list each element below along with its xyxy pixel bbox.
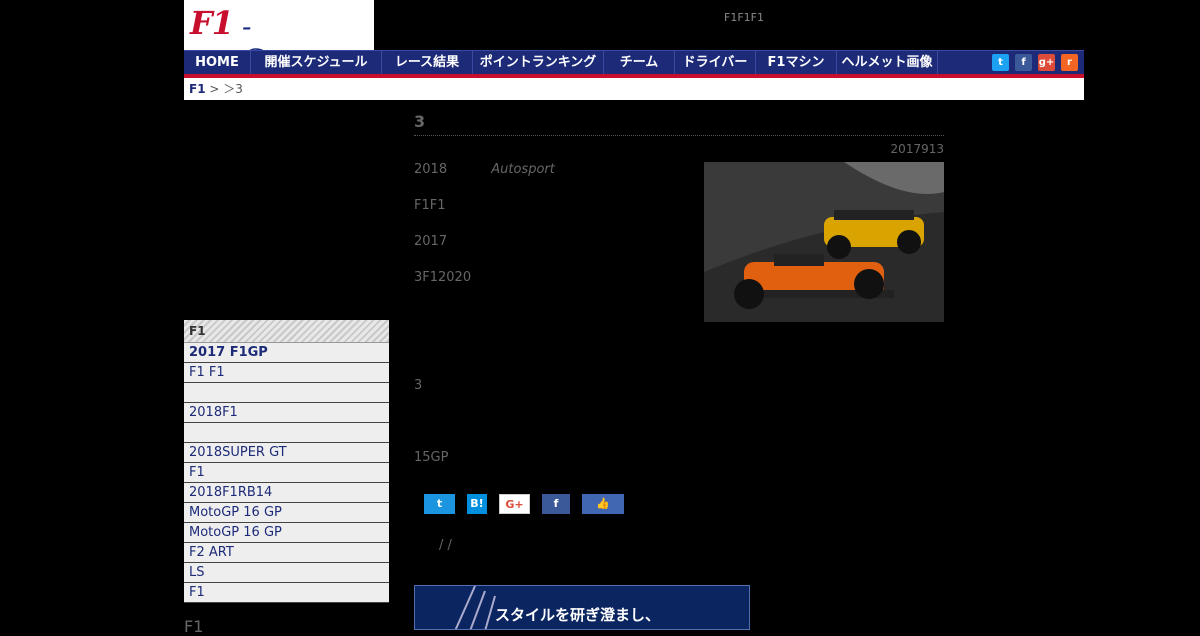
nav-home[interactable]: HOME	[184, 51, 251, 75]
sidebar-head: F1	[184, 320, 389, 343]
article-paragraph: 2018 Autosport	[414, 162, 555, 177]
ad-text: スタイルを研ぎ澄まし、	[495, 606, 661, 624]
advertisement-banner[interactable]: スタイルを研ぎ澄まし、	[414, 585, 750, 630]
sidebar-item[interactable]	[184, 423, 389, 443]
article-paragraph: 3	[414, 378, 423, 393]
nav-ranking[interactable]: ポイントランキング	[473, 51, 604, 75]
share-twitter-button[interactable]: t	[424, 494, 455, 514]
site-tagline: F1F1F1	[724, 11, 764, 24]
sidebar-item[interactable]: 2017 F1GP	[184, 343, 389, 363]
google-plus-icon[interactable]: g+	[1038, 54, 1055, 71]
rss-icon[interactable]: r	[1061, 54, 1078, 71]
nav-machines[interactable]: F1マシン	[756, 51, 837, 75]
breadcrumb-root[interactable]: F1	[189, 82, 206, 96]
sidebar-menu-2: F1	[184, 617, 389, 636]
share-like-button[interactable]: 👍	[582, 494, 624, 514]
nav-drivers[interactable]: ドライバー	[675, 51, 756, 75]
nav-results[interactable]: レース結果	[382, 51, 473, 75]
twitter-icon[interactable]: t	[992, 54, 1009, 71]
main-nav: HOME 開催スケジュール レース結果 ポイントランキング チーム ドライバー …	[184, 50, 1084, 75]
sidebar-item[interactable]: F2 ART	[184, 543, 389, 563]
sidebar-item[interactable]: F1 F1	[184, 363, 389, 383]
sidebar-item[interactable]: F1	[184, 463, 389, 483]
nav-schedule[interactable]: 開催スケジュール	[251, 51, 382, 75]
article-date: 2017913	[890, 142, 944, 156]
article-paragraph: 3F12020	[414, 270, 472, 285]
social-icons: t f g+ r	[992, 54, 1078, 71]
sidebar-item[interactable]: MotoGP 16 GP	[184, 523, 389, 543]
sidebar-head-2: F1	[184, 617, 204, 636]
article-title: 3	[414, 112, 944, 136]
article-paragraph: F1F1	[414, 198, 446, 213]
nav-helmets[interactable]: ヘルメット画像	[837, 51, 938, 75]
sidebar-item[interactable]: 2018F1RB14	[184, 483, 389, 503]
site-logo[interactable]: F1 -Gate.com	[184, 0, 377, 76]
sidebar-item[interactable]: 2018SUPER GT	[184, 443, 389, 463]
logo-f1: F1	[190, 4, 234, 42]
sidebar-item[interactable]: MotoGP 16 GP	[184, 503, 389, 523]
breadcrumb-rest: > ＞3	[205, 82, 243, 96]
share-google-button[interactable]: G+	[499, 494, 530, 514]
race-car-photo	[704, 162, 944, 322]
article: 3 2017913 2018 Autosport F1F1 2017 3F120…	[414, 112, 944, 553]
article-photo	[704, 162, 944, 322]
breadcrumb: F1 > ＞3	[184, 78, 1084, 100]
footer-links[interactable]: / /	[439, 538, 452, 553]
facebook-icon[interactable]: f	[1015, 54, 1032, 71]
sidebar-item[interactable]: F1	[184, 583, 389, 603]
share-buttons: t B! G+ f 👍	[424, 494, 624, 514]
article-paragraph: 15GP	[414, 450, 449, 465]
sidebar-menu: F1 2017 F1GP F1 F1 2018F1 2018SUPER GT F…	[184, 320, 389, 603]
sidebar-item[interactable]: 2018F1	[184, 403, 389, 423]
article-paragraph: 2017	[414, 234, 448, 249]
sidebar-item[interactable]	[184, 383, 389, 403]
sidebar-item[interactable]: LS	[184, 563, 389, 583]
source-link[interactable]: Autosport	[491, 162, 555, 177]
nav-teams[interactable]: チーム	[604, 51, 675, 75]
share-facebook-button[interactable]: f	[542, 494, 570, 514]
share-hatena-button[interactable]: B!	[467, 494, 487, 514]
